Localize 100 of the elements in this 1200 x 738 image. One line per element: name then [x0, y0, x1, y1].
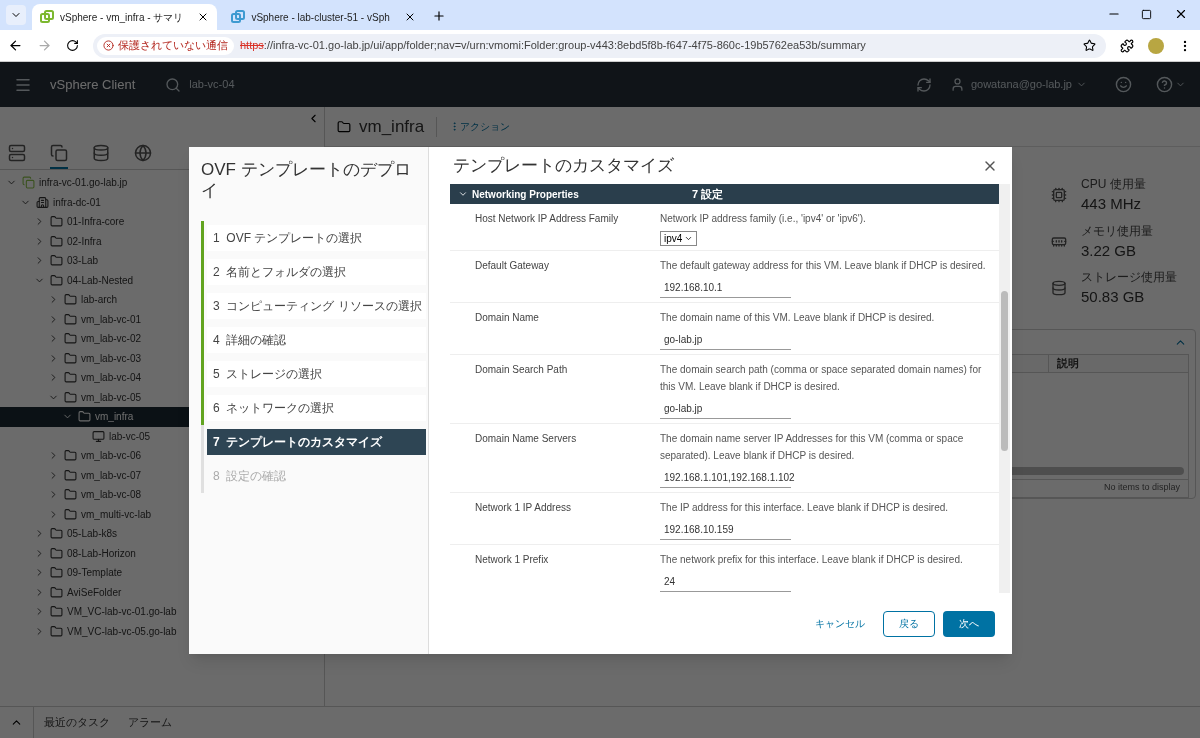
tree-item[interactable]: VM_VC-lab-vc-05.go-lab — [0, 621, 189, 641]
section-title: Networking Properties — [472, 187, 580, 202]
tree-item-label: 08-Lab-Horizon — [67, 546, 136, 561]
select-field[interactable]: ipv4 — [660, 231, 698, 246]
tree-item-label: VM_VC-lab-vc-05.go-lab — [67, 624, 177, 639]
back-icon[interactable] — [8, 38, 23, 53]
browser-tab[interactable]: vSphere - lab-cluster-51 - vSph — [223, 4, 424, 30]
tree-item[interactable]: 02-Infra — [0, 231, 189, 251]
tree-item[interactable]: vm_multi-vc-lab — [0, 504, 189, 524]
database-icon — [92, 144, 110, 162]
tree-item-label: vm_lab-vc-07 — [81, 468, 142, 483]
tree-item[interactable]: vm_lab-vc-07 — [0, 465, 189, 485]
folder-icon — [337, 119, 351, 134]
wizard-step[interactable]: 3 コンピューティング リソースの選択 — [207, 293, 426, 319]
metric-label: メモリ使用量 — [1081, 222, 1153, 240]
property-description: The domain name server IP Addresses for this VM (comma or space separated). Leave blank if DHCP is desired. — [660, 432, 965, 463]
input-field[interactable]: go-lab.jp — [660, 401, 791, 419]
property-label: Domain Search Path — [474, 363, 569, 377]
tree-item[interactable]: 04-Lab-Nested — [0, 270, 189, 290]
metric-value: 3.22 GB — [1081, 240, 1138, 261]
wizard-step[interactable]: 1 OVF テンプレートの選択 — [207, 225, 426, 251]
navigator-tab[interactable] — [50, 144, 68, 169]
input-field[interactable]: 192.168.10.1 — [660, 280, 791, 298]
security-chip[interactable]: 保護されていない通信 — [97, 36, 234, 55]
actions-menu[interactable]: アクション — [449, 119, 511, 134]
tree-item[interactable]: 05-Lab-k8s — [0, 524, 189, 544]
panel-title: テンプレートのカスタマイズ — [453, 154, 675, 177]
extensions-icon[interactable] — [1120, 38, 1134, 53]
section-count: 7 設定 — [692, 186, 724, 202]
tree-item[interactable]: VM_VC-lab-vc-01.go-lab — [0, 602, 189, 622]
tree-item-label: vm_lab-vc-02 — [81, 332, 142, 347]
tree-item[interactable]: 01-Infra-core — [0, 212, 189, 232]
tree-item-label: lab-vc-05 — [109, 429, 151, 444]
input-field[interactable]: 24 — [660, 574, 791, 592]
input-field[interactable]: 192.168.10.159 — [660, 522, 791, 540]
folder-icon — [50, 273, 63, 287]
new-tab-icon[interactable] — [431, 9, 446, 23]
feedback-smile-icon[interactable] — [1115, 76, 1132, 93]
tree-item[interactable]: 09-Template — [0, 563, 189, 583]
forward-icon[interactable] — [37, 38, 52, 53]
input-field[interactable]: go-lab.jp — [660, 332, 791, 350]
tree-item-label: 04-Lab-Nested — [67, 273, 134, 288]
tree-item[interactable]: vm_lab-vc-01 — [0, 309, 189, 329]
tree-item[interactable]: infra-dc-01 — [0, 192, 189, 212]
scrollbar-thumb[interactable] — [1001, 291, 1008, 451]
tree-item[interactable]: vm_lab-vc-08 — [0, 485, 189, 505]
wizard-step[interactable]: 7 テンプレートのカスタマイズ — [207, 429, 426, 455]
tree-item[interactable]: vm_lab-vc-04 — [0, 368, 189, 388]
tree-item[interactable]: 03-Lab — [0, 251, 189, 271]
search-icon[interactable] — [165, 76, 182, 93]
tree-item[interactable]: lab-vc-05 — [0, 426, 189, 446]
avatar[interactable] — [1148, 37, 1164, 54]
back-button[interactable]: 戻る — [883, 610, 935, 637]
folder-icon — [50, 546, 63, 560]
user-menu[interactable]: gowatana@go-lab.jp — [970, 76, 1087, 93]
server-icon — [8, 144, 26, 162]
app-favicon-icon — [231, 10, 246, 24]
app-favicon-icon — [40, 10, 54, 24]
wizard-step[interactable]: 5 ストレージの選択 — [207, 361, 426, 387]
address-field[interactable]: 保護されていない通信 https://infra-vc-01.go-lab.jp/ui/app/folder;nav=v/urn:vmomi:Folder:group-v443:8ebd5f8b-f647-4f75-860c-19b5762ea53b/summary — [93, 33, 1106, 58]
tree-item[interactable]: AviSeFolder — [0, 582, 189, 602]
bottom-tab[interactable]: アラーム — [128, 714, 172, 731]
content-title: vm_infra — [359, 115, 425, 138]
reload-icon[interactable] — [66, 39, 79, 52]
wizard-step[interactable]: 6 ネットワークの選択 — [207, 395, 426, 421]
tree-item[interactable]: vm_lab-vc-03 — [0, 348, 189, 368]
tree-item-label: vm_lab-vc-05 — [81, 390, 142, 405]
browser-tab[interactable]: vSphere - vm_infra - サマリ — [32, 4, 218, 30]
tree-item[interactable]: 08-Lab-Horizon — [0, 543, 189, 563]
tab-title: vSphere - vm_infra - サマリ — [60, 10, 184, 25]
bottom-tab[interactable]: 最近のタスク — [44, 714, 110, 731]
tree-item[interactable]: vm_lab-vc-06 — [0, 446, 189, 466]
tree-item-label: vm_lab-vc-04 — [81, 371, 142, 386]
tree-item[interactable]: vm_infra — [0, 407, 189, 427]
next-button[interactable]: 次へ — [943, 610, 995, 637]
tree-item[interactable]: lab-arch — [0, 290, 189, 310]
close-window-icon[interactable] — [1174, 7, 1188, 21]
metric-value: 50.83 GB — [1081, 287, 1146, 307]
property-description: The domain name of this VM. Leave blank if DHCP is desired. — [660, 311, 936, 325]
refresh-icon[interactable] — [915, 76, 932, 93]
column-header[interactable]: 説明 — [1048, 354, 1188, 372]
search-field[interactable]: lab-vc-04 — [189, 76, 235, 93]
folder-icon — [64, 293, 77, 307]
bookmark-star-icon[interactable] — [1083, 39, 1096, 52]
folder-icon — [50, 605, 63, 619]
help-icon[interactable] — [1156, 76, 1173, 93]
tree-item-label: infra-vc-01.go-lab.jp — [39, 176, 128, 191]
tree-item[interactable]: vm_lab-vc-02 — [0, 329, 189, 349]
wizard-step[interactable]: 4 詳細の確認 — [207, 327, 426, 353]
tree-item[interactable]: infra-vc-01.go-lab.jp — [0, 173, 189, 193]
tree-item[interactable]: vm_lab-vc-05 — [0, 387, 189, 407]
folder-icon — [64, 312, 77, 326]
cpu-icon — [1051, 187, 1067, 204]
cancel-button[interactable]: キャンセル — [805, 610, 875, 637]
tree-item-label: vm_lab-vc-08 — [81, 488, 142, 503]
wizard-step[interactable]: 2 名前とフォルダの選択 — [207, 259, 426, 285]
tree-item-label: vm_lab-vc-01 — [81, 312, 142, 327]
maximize-icon[interactable] — [1141, 9, 1152, 20]
tab-list-button[interactable] — [6, 5, 26, 25]
section-header[interactable]: Networking Properties 7 設定 — [450, 184, 999, 204]
